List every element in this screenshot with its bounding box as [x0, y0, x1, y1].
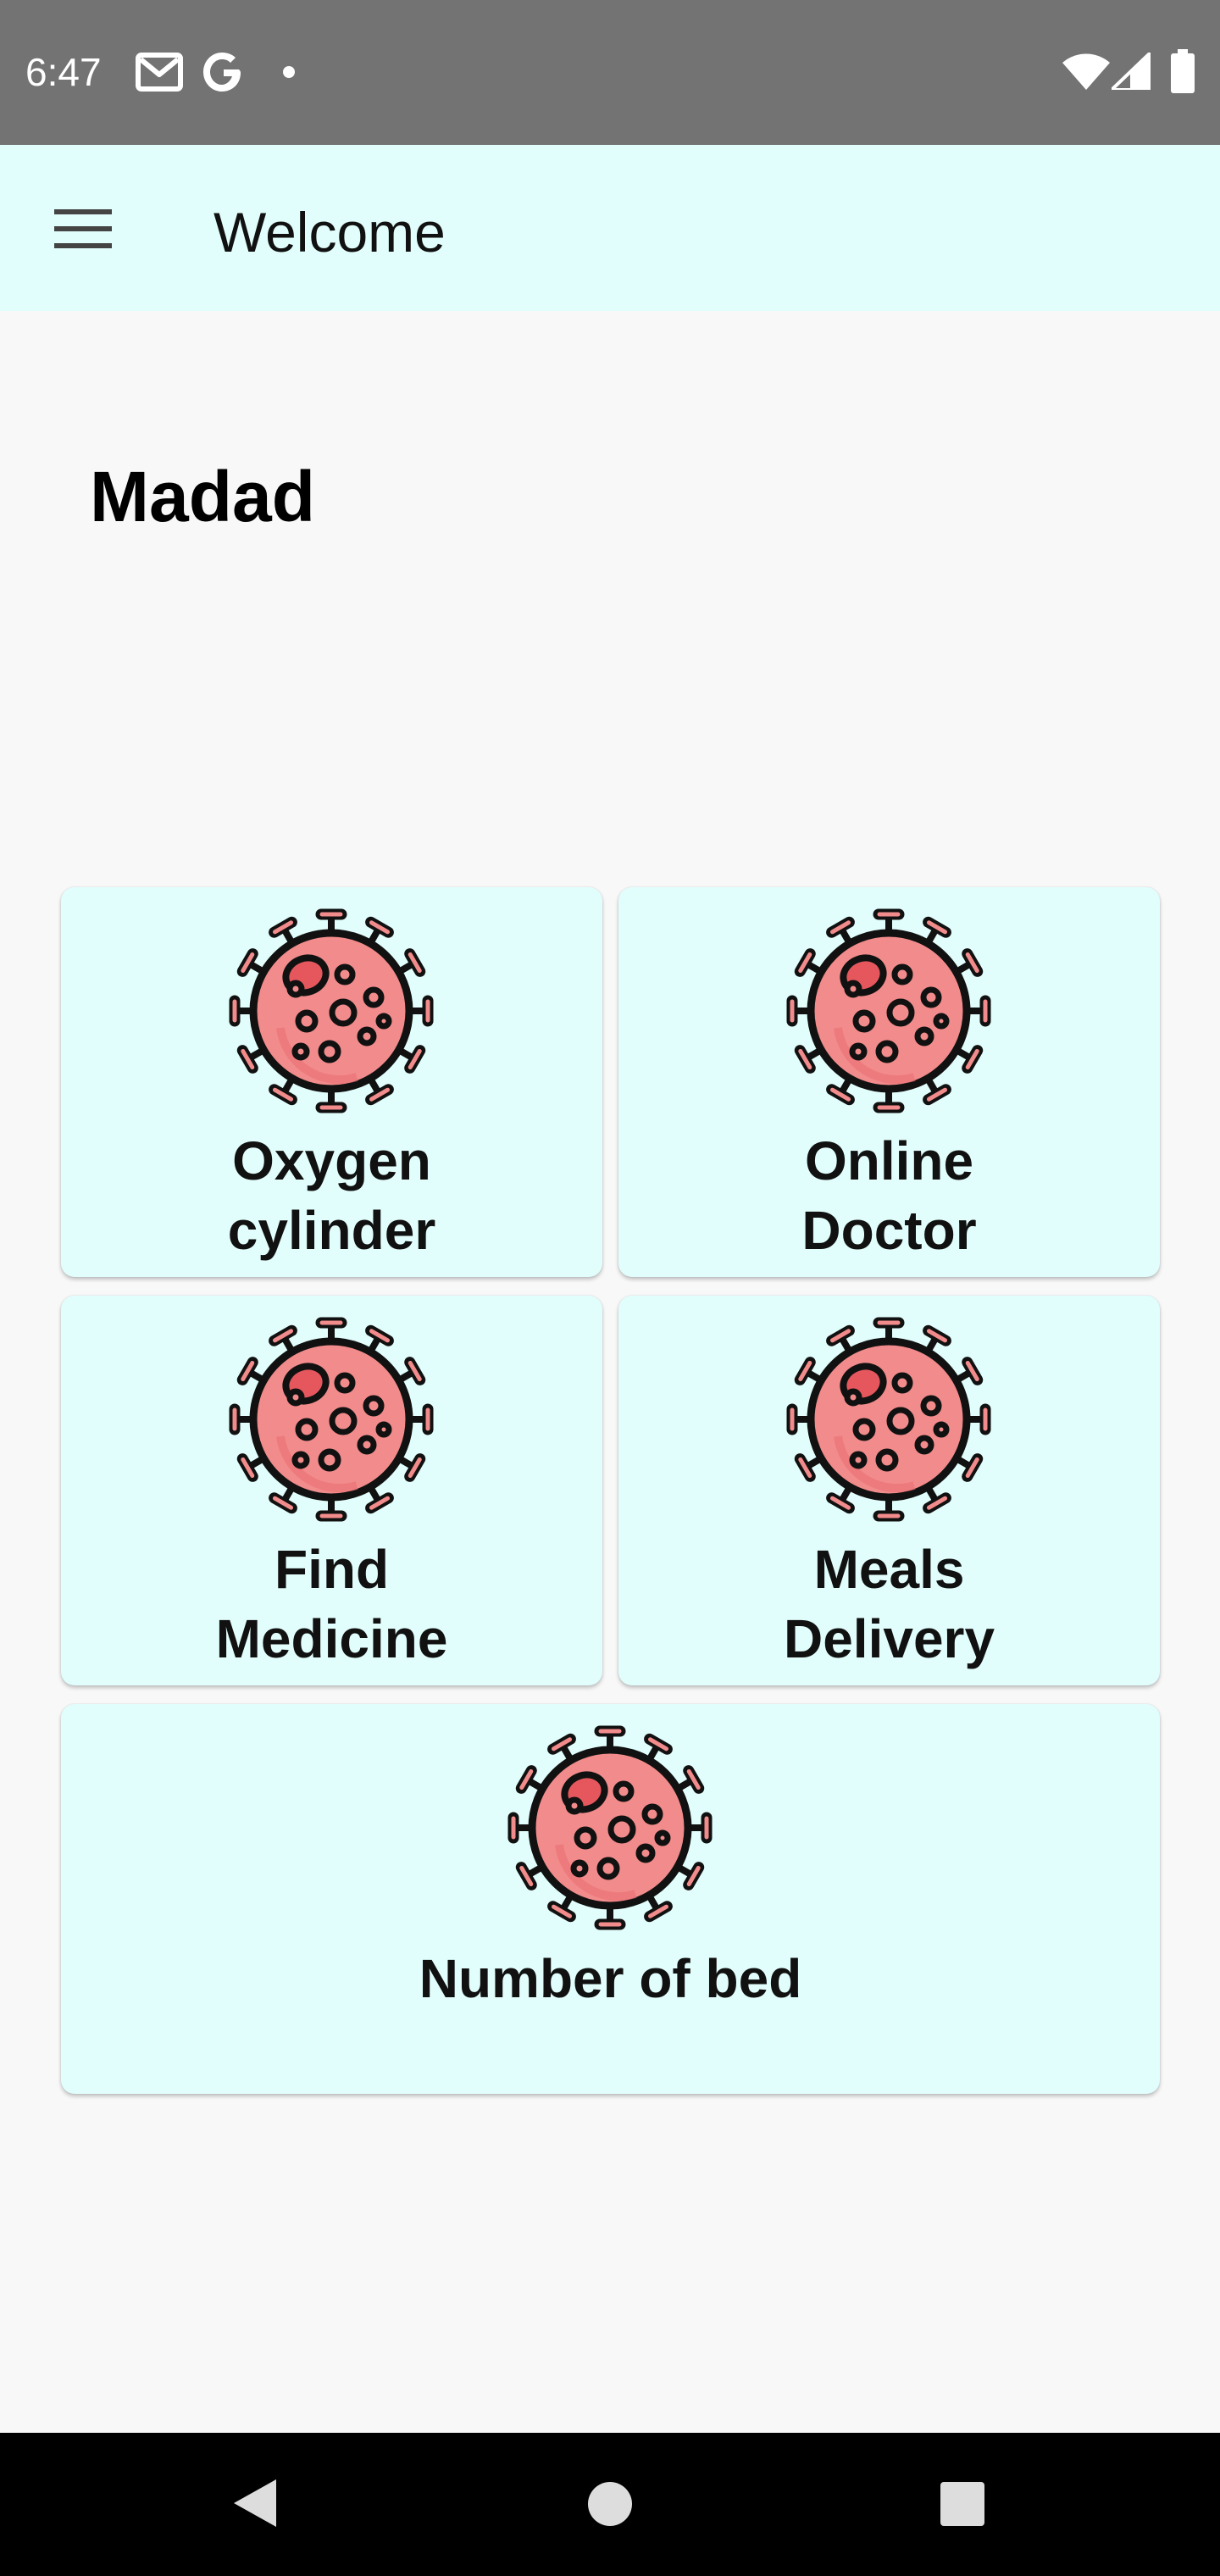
card-label: Online Doctor [618, 1126, 1160, 1265]
status-bar: 6:47 [0, 0, 1220, 145]
app-bar: Welcome [0, 145, 1220, 311]
virus-icon [775, 1302, 1002, 1530]
home-icon[interactable] [586, 2480, 634, 2532]
meals-delivery-card[interactable]: Meals Delivery [618, 1296, 1160, 1685]
card-label-line1: Meals [813, 1539, 965, 1600]
card-label-line2: Medicine [215, 1608, 448, 1669]
card-label: Oxygen cylinder [61, 1126, 602, 1265]
card-label-line2: cylinder [227, 1200, 436, 1261]
back-icon[interactable] [230, 2477, 278, 2534]
status-time: 6:47 [25, 50, 102, 94]
battery-icon [1171, 49, 1195, 97]
number-of-bed-card[interactable]: Number of bed [61, 1704, 1160, 2094]
page-title: Madad [90, 457, 316, 536]
recents-icon[interactable] [939, 2480, 986, 2532]
virus-icon [775, 894, 1002, 1121]
notification-dot-icon [281, 64, 297, 84]
find-medicine-card[interactable]: Find Medicine [61, 1296, 602, 1685]
gmail-icon [136, 53, 183, 96]
card-label-line2: Doctor [801, 1200, 977, 1261]
google-icon [202, 51, 244, 97]
virus-icon [218, 1302, 445, 1530]
card-label: Number of bed [419, 1948, 802, 2009]
virus-icon [218, 894, 445, 1121]
card-label: Meals Delivery [618, 1535, 1160, 1674]
virus-icon [496, 1711, 724, 1938]
online-doctor-card[interactable]: Online Doctor [618, 887, 1160, 1277]
navigation-bar [0, 2433, 1220, 2576]
app-bar-title: Welcome [214, 201, 446, 264]
card-label: Find Medicine [61, 1535, 602, 1674]
card-label-line2: Delivery [783, 1608, 995, 1669]
card-label-line1: Oxygen [232, 1130, 431, 1191]
hamburger-menu-icon[interactable] [49, 195, 117, 263]
oxygen-cylinder-card[interactable]: Oxygen cylinder [61, 887, 602, 1277]
signal-icon [1107, 48, 1152, 94]
card-label-line1: Online [804, 1130, 974, 1191]
card-label-line1: Find [274, 1539, 390, 1600]
wifi-icon [1062, 53, 1110, 94]
